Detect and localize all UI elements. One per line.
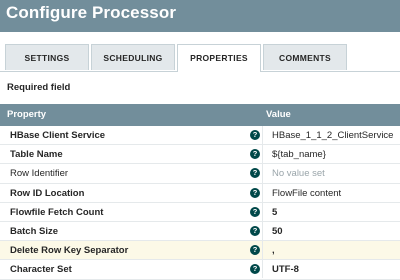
- property-value[interactable]: ${tab_name}: [272, 145, 326, 164]
- tab-settings[interactable]: SETTINGS: [5, 44, 89, 70]
- property-name: Batch Size: [10, 225, 59, 237]
- property-name: Delete Row Key Separator: [10, 245, 129, 257]
- table-header: Property Value: [0, 104, 400, 126]
- property-name: Table Name: [10, 149, 63, 161]
- property-value[interactable]: 50: [272, 222, 283, 241]
- property-name: Row ID Location: [10, 187, 85, 199]
- property-value[interactable]: HBase_1_1_2_ClientService: [272, 126, 393, 145]
- dialog-header: Configure Processor: [0, 0, 400, 32]
- property-name: HBase Client Service: [10, 130, 106, 141]
- dialog-title: Configure Processor: [6, 3, 177, 22]
- table-row-selected[interactable]: Delete Row Key Separator ? ,: [0, 241, 400, 261]
- table-row[interactable]: Character Set ? UTF-8: [0, 260, 400, 280]
- table-row[interactable]: Row ID Location ? FlowFile content: [0, 183, 400, 203]
- help-icon[interactable]: ?: [250, 245, 260, 256]
- table-row[interactable]: Batch Size ? 50: [0, 221, 400, 242]
- property-name: Flowfile Fetch Count: [10, 206, 104, 218]
- column-divider: [262, 126, 263, 278]
- property-value[interactable]: 5: [272, 203, 277, 222]
- tab-bar: SETTINGS SCHEDULING PROPERTIES COMMENTS: [0, 44, 400, 72]
- property-value[interactable]: UTF-8: [272, 260, 299, 279]
- help-icon[interactable]: ?: [250, 149, 260, 160]
- help-icon[interactable]: ?: [250, 168, 260, 179]
- tab-scheduling[interactable]: SCHEDULING: [91, 44, 175, 70]
- property-value[interactable]: FlowFile content: [272, 184, 341, 203]
- required-field-label: Required field: [7, 82, 71, 93]
- property-name: Row Identifier: [10, 168, 69, 180]
- help-icon[interactable]: ?: [250, 130, 260, 140]
- property-value[interactable]: ,: [272, 241, 275, 260]
- table-row[interactable]: Flowfile Fetch Count ? 5: [0, 202, 400, 222]
- tab-properties[interactable]: PROPERTIES: [177, 44, 261, 72]
- table-row[interactable]: Table Name ? ${tab_name}: [0, 145, 400, 165]
- column-header-value[interactable]: Value: [266, 104, 291, 126]
- tab-comments[interactable]: COMMENTS: [263, 44, 347, 70]
- table-row[interactable]: HBase Client Service ? HBase_1_1_2_Clien…: [0, 126, 400, 146]
- property-value[interactable]: No value set: [272, 164, 325, 183]
- table-row[interactable]: Row Identifier ? No value set: [0, 164, 400, 184]
- help-icon[interactable]: ?: [250, 225, 260, 236]
- properties-table: Property Value HBase Client Service ? HB…: [0, 104, 400, 280]
- help-icon[interactable]: ?: [250, 187, 260, 198]
- property-name: Character Set: [10, 264, 72, 276]
- column-header-property[interactable]: Property: [7, 104, 46, 126]
- help-icon[interactable]: ?: [250, 264, 260, 275]
- help-icon[interactable]: ?: [250, 206, 260, 217]
